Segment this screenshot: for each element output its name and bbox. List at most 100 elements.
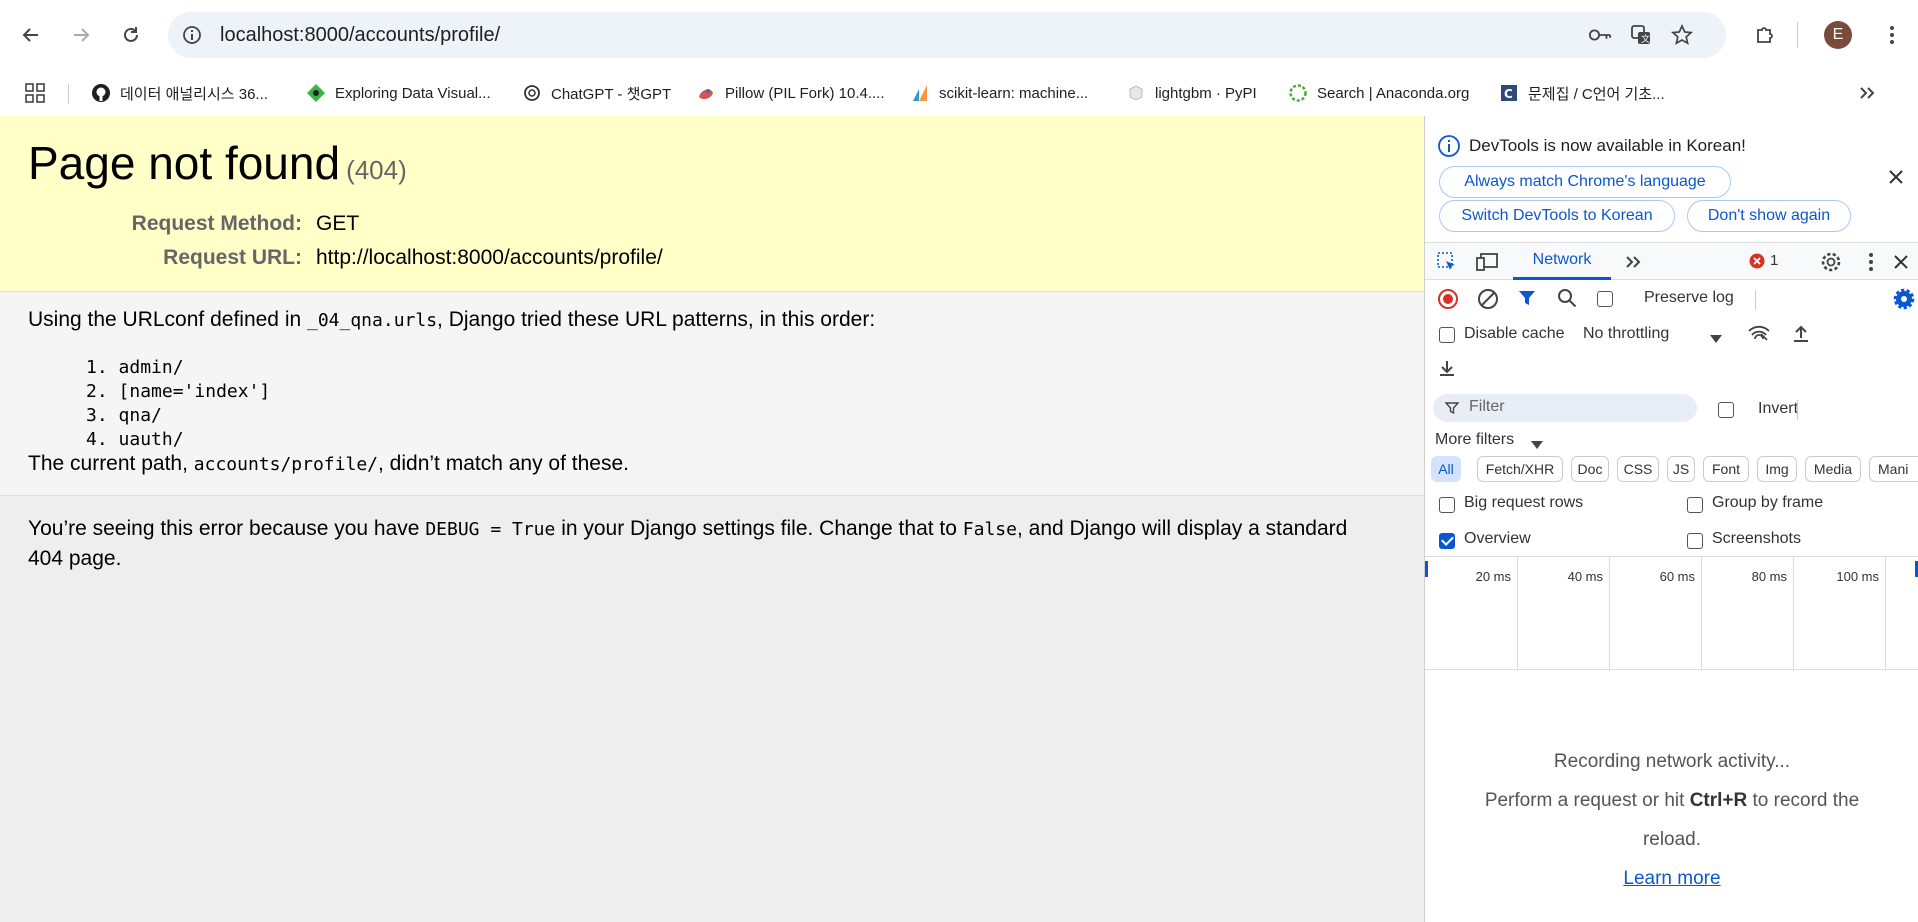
filter-chip-fetch-xhr[interactable]: Fetch/XHR: [1477, 456, 1563, 482]
filter-divider: [1797, 400, 1798, 420]
error-summary: Page not found (404) Request Method: GET …: [0, 116, 1424, 292]
bookmark-label: Pillow (PIL Fork) 10.4....: [725, 84, 885, 102]
page-title: Page not found (404): [28, 136, 407, 190]
reload-button[interactable]: [111, 15, 151, 55]
bookmark-item[interactable]: scikit-learn: machine...: [909, 80, 1088, 106]
network-conditions-icon[interactable]: [1747, 324, 1771, 349]
filter-chip-css[interactable]: CSS: [1617, 456, 1659, 482]
url-pattern-item: 3. qna/: [86, 404, 270, 428]
profile-avatar[interactable]: E: [1824, 21, 1852, 49]
network-settings-gear-icon[interactable]: [1893, 288, 1915, 315]
inspect-element-icon[interactable]: [1435, 250, 1459, 274]
arrow-right-icon: [74, 28, 90, 42]
urlconf-post: , Django tried these URL patterns, in th…: [437, 308, 876, 331]
device-toolbar-icon[interactable]: [1475, 250, 1499, 274]
disable-cache-checkbox[interactable]: [1439, 326, 1455, 344]
close-infobar-icon[interactable]: [1887, 168, 1905, 191]
bookmark-label: 데이터 애널리시스 36...: [120, 85, 268, 103]
pattern-number: 3.: [86, 405, 108, 426]
always-match-language-button[interactable]: Always match Chrome's language: [1439, 166, 1731, 198]
perform-request-pre: Perform a request or hit: [1484, 790, 1690, 811]
explain-text-2: in your Django settings file. Change tha…: [555, 517, 963, 540]
bookmark-item[interactable]: C 문제집 / C언어 기초...: [1498, 80, 1665, 106]
search-icon[interactable]: [1557, 288, 1577, 313]
export-har-icon[interactable]: [1437, 358, 1457, 383]
filter-chip-all[interactable]: All: [1431, 456, 1461, 482]
bookmark-label: Search | Anaconda.org: [1317, 84, 1470, 102]
overview-checkbox[interactable]: [1439, 532, 1455, 550]
settings-gear-icon[interactable]: [1819, 250, 1843, 274]
bookmark-item[interactable]: lightgbm · PyPI: [1125, 80, 1257, 106]
current-path-text: The current path, accounts/profile/, did…: [28, 452, 629, 476]
error-counter[interactable]: 1: [1749, 252, 1778, 269]
page-title-text: Page not found: [28, 137, 341, 189]
throttling-select[interactable]: No throttling: [1583, 325, 1669, 343]
caret-down-icon[interactable]: [1710, 330, 1722, 348]
pattern-number: 4.: [86, 429, 108, 450]
bookmark-star-icon[interactable]: [1670, 23, 1694, 47]
urlconf-info: Using the URLconf defined in _04_qna.url…: [0, 292, 1424, 496]
stop-recording-icon[interactable]: [1437, 288, 1459, 315]
forward-button[interactable]: [61, 15, 101, 55]
group-by-frame-label: Group by frame: [1712, 494, 1824, 511]
double-chevron-right-icon: [1860, 87, 1875, 99]
bookmark-label: lightgbm · PyPI: [1155, 84, 1257, 102]
recording-message: Recording network activity...: [1553, 751, 1791, 772]
request-method-label: Request Method:: [131, 212, 302, 235]
group-by-frame-checkbox[interactable]: [1687, 496, 1703, 514]
filter-input[interactable]: Filter: [1433, 394, 1697, 422]
bookmark-item[interactable]: ChatGPT - 챗GPT: [521, 80, 671, 106]
back-button[interactable]: [11, 15, 51, 55]
password-key-icon[interactable]: [1588, 23, 1612, 47]
filter-chip-manifest[interactable]: Mani: [1869, 456, 1918, 482]
devtools-menu-icon[interactable]: [1859, 250, 1883, 274]
reload-message: reload.: [1642, 829, 1702, 850]
current-path-code: accounts/profile/: [193, 454, 378, 475]
bookmark-item[interactable]: Exploring Data Visual...: [305, 80, 491, 106]
preserve-log-checkbox[interactable]: [1597, 290, 1613, 308]
urlconf-pre: Using the URLconf defined in: [28, 308, 307, 331]
site-info-icon[interactable]: [180, 23, 204, 47]
devtools-panel: DevTools is now available in Korean! Alw…: [1424, 116, 1918, 922]
bookmark-item[interactable]: Search | Anaconda.org: [1287, 80, 1469, 106]
learn-more-link[interactable]: Learn more: [1623, 868, 1720, 889]
timeline-gridline: [1609, 557, 1610, 671]
filter-chip-font[interactable]: Font: [1703, 456, 1749, 482]
explain-text-1: You’re seeing this error because you hav…: [28, 517, 426, 540]
bookmark-item[interactable]: 데이터 애널리시스 36...: [90, 80, 268, 106]
filter-funnel-icon[interactable]: [1517, 288, 1537, 313]
more-bookmarks-button[interactable]: [1858, 80, 1876, 106]
filter-chip-img[interactable]: Img: [1757, 456, 1797, 482]
translate-icon[interactable]: 文: [1629, 23, 1653, 47]
browser-menu-button[interactable]: [1872, 15, 1912, 55]
filter-chip-media[interactable]: Media: [1805, 456, 1861, 482]
pattern-text: uauth/: [118, 429, 184, 450]
filter-chip-doc[interactable]: Doc: [1571, 456, 1609, 482]
close-devtools-icon[interactable]: [1889, 250, 1913, 274]
tab-network[interactable]: Network: [1513, 243, 1611, 280]
timeline-handle-left[interactable]: [1425, 561, 1428, 577]
invert-checkbox[interactable]: [1718, 401, 1734, 419]
address-bar[interactable]: localhost:8000/accounts/profile/ 文: [168, 12, 1726, 58]
filter-chip-js[interactable]: JS: [1667, 456, 1695, 482]
filter-placeholder: Filter: [1469, 398, 1505, 415]
bookmark-label: ChatGPT - 챗GPT: [551, 85, 672, 103]
screenshots-checkbox[interactable]: [1687, 532, 1703, 550]
chatgpt-icon: [521, 82, 543, 104]
more-tabs-icon[interactable]: [1621, 250, 1645, 274]
bookmark-item[interactable]: Pillow (PIL Fork) 10.4....: [695, 80, 885, 106]
dont-show-again-button[interactable]: Don't show again: [1687, 200, 1851, 232]
timeline-tick-label: 60 ms: [1659, 569, 1695, 584]
network-toolbar-2: Disable cache No throttling: [1425, 316, 1918, 352]
switch-to-korean-button[interactable]: Switch DevTools to Korean: [1439, 200, 1675, 232]
url-pattern-item: 1. admin/: [86, 356, 270, 380]
clear-icon[interactable]: [1477, 288, 1499, 315]
url-text[interactable]: localhost:8000/accounts/profile/: [220, 24, 500, 47]
extensions-button[interactable]: [1745, 15, 1785, 55]
more-filters-button[interactable]: More filters: [1435, 431, 1514, 449]
network-overview-timeline[interactable]: 20 ms 40 ms 60 ms 80 ms 100 ms: [1425, 556, 1918, 671]
apps-button[interactable]: [24, 80, 46, 106]
more-filters-caret-icon[interactable]: [1531, 436, 1543, 454]
big-request-rows-checkbox[interactable]: [1439, 496, 1455, 514]
import-har-icon[interactable]: [1791, 324, 1811, 349]
